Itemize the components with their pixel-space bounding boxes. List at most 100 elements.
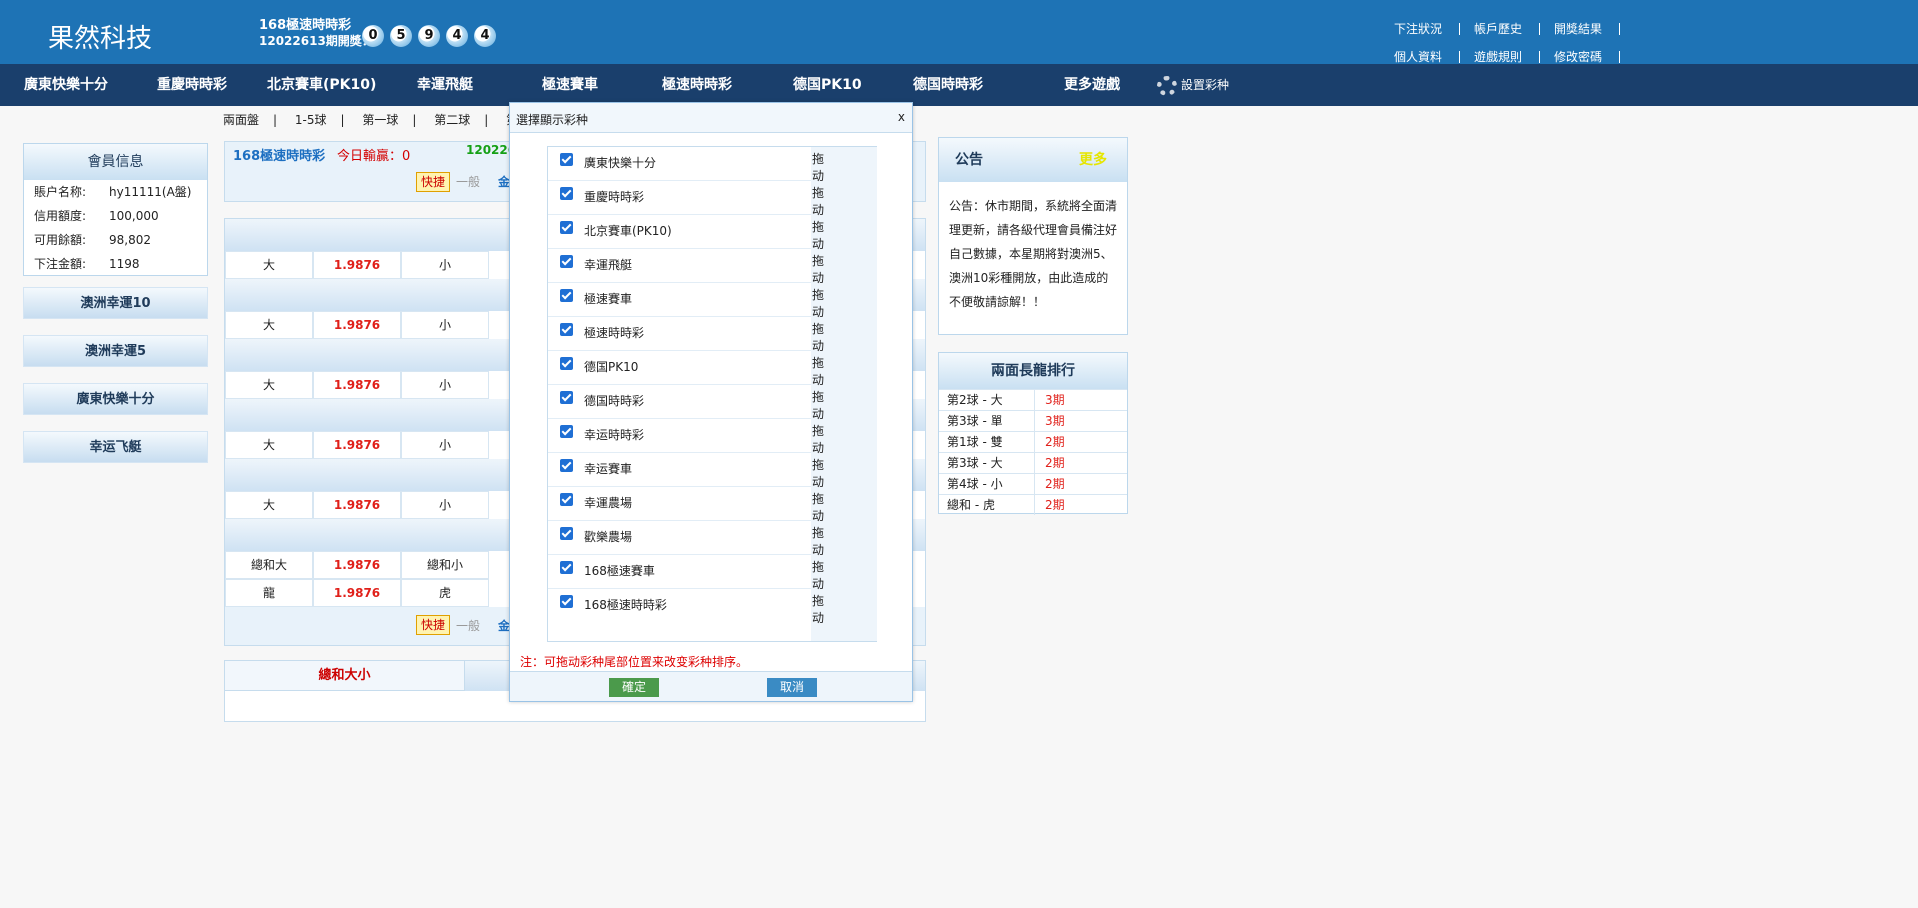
list-item: 極速賽車 拖动 [548, 283, 824, 319]
tab-normal[interactable]: 一般 [456, 173, 480, 190]
member-row: 信用額度: 100,000 [34, 209, 159, 223]
link-account-history[interactable]: 帳戶歷史 [1460, 23, 1540, 35]
table-row: 龍 1.9876 虎 [225, 579, 489, 607]
tab-1-5-balls[interactable]: 1-5球 [295, 113, 327, 127]
result-ball: 4 [446, 25, 468, 47]
tab-normal-bottom[interactable]: 一般 [456, 617, 480, 634]
drag-handle[interactable]: 拖动 [812, 320, 824, 354]
rank-row: 第2球 - 大 3期 [939, 389, 1127, 410]
checkbox[interactable] [560, 527, 573, 540]
drag-handle[interactable]: 拖动 [812, 388, 824, 422]
drag-handle[interactable]: 拖动 [812, 592, 824, 626]
issue-label: 12022613期開獎： [259, 34, 374, 48]
checkbox[interactable] [560, 255, 573, 268]
drag-handle[interactable]: 拖动 [812, 456, 824, 490]
dialog-note: 注：可拖动彩种尾部位置来改变彩种排序。 [520, 655, 749, 669]
checkbox[interactable] [560, 153, 573, 166]
rank-row: 第3球 - 大 2期 [939, 452, 1127, 473]
notice-body: 公告：休市期間，系統將全面清 理更新，請各級代理會員備注好 自己數據，本星期將對… [949, 199, 1118, 309]
left-lottery-button[interactable]: 澳洲幸運5 [23, 335, 208, 367]
table-row: 大 1.9876 小 [225, 371, 489, 399]
cancel-button[interactable]: 取消 [767, 678, 817, 697]
list-item: 歡樂農場 拖动 [548, 521, 824, 557]
nav-item[interactable]: 北京賽車(PK10) [267, 64, 376, 106]
checkbox[interactable] [560, 493, 573, 506]
tab-quick-bottom[interactable]: 快捷 [416, 615, 450, 635]
confirm-button[interactable]: 確定 [609, 678, 659, 697]
checkbox[interactable] [560, 425, 573, 438]
link-bet-status[interactable]: 下注狀況 [1380, 23, 1460, 35]
table-row: 大 1.9876 小 [225, 251, 489, 279]
link-game-rules[interactable]: 遊戲規則 [1460, 51, 1540, 63]
link-draw-results[interactable]: 開獎結果 [1540, 23, 1620, 35]
tab-ball-2[interactable]: 第二球 [434, 113, 470, 127]
result-ball: 0 [362, 25, 384, 47]
drag-handle[interactable]: 拖动 [812, 422, 824, 456]
link-profile[interactable]: 個人資料 [1380, 51, 1460, 63]
tab-ball-1[interactable]: 第一球 [362, 113, 398, 127]
drag-handle[interactable]: 拖动 [812, 558, 824, 592]
list-item: 極速時時彩 拖动 [548, 317, 824, 353]
drag-handle[interactable]: 拖动 [812, 150, 824, 184]
nav-item[interactable]: 廣東快樂十分 [24, 64, 108, 106]
checkbox[interactable] [560, 221, 573, 234]
rank-row: 第3球 - 單 3期 [939, 410, 1127, 431]
tab-two-sides[interactable]: 兩面盤 [223, 113, 259, 127]
rank-row: 第1球 - 雙 2期 [939, 431, 1127, 452]
drag-handle[interactable]: 拖动 [812, 184, 824, 218]
member-row: 賬户名称: hy11111(A盤) [34, 185, 192, 199]
nav-item[interactable]: 德国時時彩 [913, 64, 983, 106]
checkbox[interactable] [560, 323, 573, 336]
notice-more-link[interactable]: 更多 [1079, 138, 1107, 182]
close-icon[interactable]: x [898, 110, 905, 124]
checkbox[interactable] [560, 595, 573, 608]
draw-result-balls: 0 5 9 4 4 [362, 25, 496, 47]
tab-quick[interactable]: 快捷 [416, 172, 450, 192]
settings-lottery-button[interactable]: 設置彩种 [1157, 75, 1229, 96]
dialog-footer: 確定 取消 [510, 671, 912, 701]
left-lottery-button[interactable]: 廣東快樂十分 [23, 383, 208, 415]
checkbox[interactable] [560, 459, 573, 472]
drag-handle[interactable]: 拖动 [812, 490, 824, 524]
nav-item[interactable]: 幸運飛艇 [417, 64, 473, 106]
member-info-panel: 會員信息 賬户名称: hy11111(A盤) 信用額度: 100,000 可用餘額:… [23, 143, 208, 276]
checkbox[interactable] [560, 357, 573, 370]
left-lottery-button[interactable]: 幸运飞艇 [23, 431, 208, 463]
table-row: 大 1.9876 小 [225, 311, 489, 339]
list-item: 德国PK10 拖动 [548, 351, 824, 387]
checkbox[interactable] [560, 289, 573, 302]
current-lottery-name: 168極速時時彩 [259, 18, 352, 33]
play-type-tabs: 兩面盤| 1-5球| 第一球| 第二球| 第 [223, 111, 532, 128]
drag-handle[interactable]: 拖动 [812, 252, 824, 286]
list-item: 德国時時彩 拖动 [548, 385, 824, 421]
nav-item[interactable]: 極速時時彩 [662, 64, 732, 106]
list-item: 幸運農場 拖动 [548, 487, 824, 523]
checkbox[interactable] [560, 391, 573, 404]
list-item: 幸运賽車 拖动 [548, 453, 824, 489]
link-change-password[interactable]: 修改密碼 [1540, 51, 1620, 63]
dialog-header: 選擇顯示彩种 x [510, 103, 912, 133]
nav-item[interactable]: 德国PK10 [793, 64, 862, 106]
drag-handle[interactable]: 拖动 [812, 354, 824, 388]
result-ball: 5 [390, 25, 412, 47]
drag-handle[interactable]: 拖动 [812, 218, 824, 252]
top-links: 下注狀況 帳戶歷史 開獎結果 個人資料 遊戲規則 修改密碼 [1380, 15, 1620, 71]
drag-handle[interactable]: 拖动 [812, 286, 824, 320]
checkbox[interactable] [560, 187, 573, 200]
nav-item-more[interactable]: 更多遊戲 [1064, 64, 1120, 106]
today-win: 今日輸贏：0 [337, 149, 411, 164]
list-item: 廣東快樂十分 拖动 [548, 147, 824, 183]
left-lottery-button[interactable]: 澳洲幸運10 [23, 287, 208, 319]
drag-handle[interactable]: 拖动 [812, 524, 824, 558]
nav-item[interactable]: 重慶時時彩 [157, 64, 227, 106]
notice-panel: 公告 更多 公告：休市期間，系統將全面清 理更新，請各級代理會員備注好 自己數據，… [938, 137, 1128, 335]
list-item: 重慶時時彩 拖动 [548, 181, 824, 217]
nav-item[interactable]: 極速賽車 [542, 64, 598, 106]
select-lottery-dialog: 選擇顯示彩种 x 廣東快樂十分 拖动 重慶時時彩 拖动 北京賽車(PK10) 拖动 幸… [509, 102, 913, 702]
list-item: 幸運飛艇 拖动 [548, 249, 824, 285]
lottery-checklist: 廣東快樂十分 拖动 重慶時時彩 拖动 北京賽車(PK10) 拖动 幸運飛艇 拖动 極速賽… [547, 146, 877, 642]
checkbox[interactable] [560, 561, 573, 574]
tab-total-big-small[interactable]: 總和大小 [225, 661, 465, 691]
member-row: 下注金額: 1198 [34, 257, 140, 271]
list-item: 幸运時時彩 拖动 [548, 419, 824, 455]
